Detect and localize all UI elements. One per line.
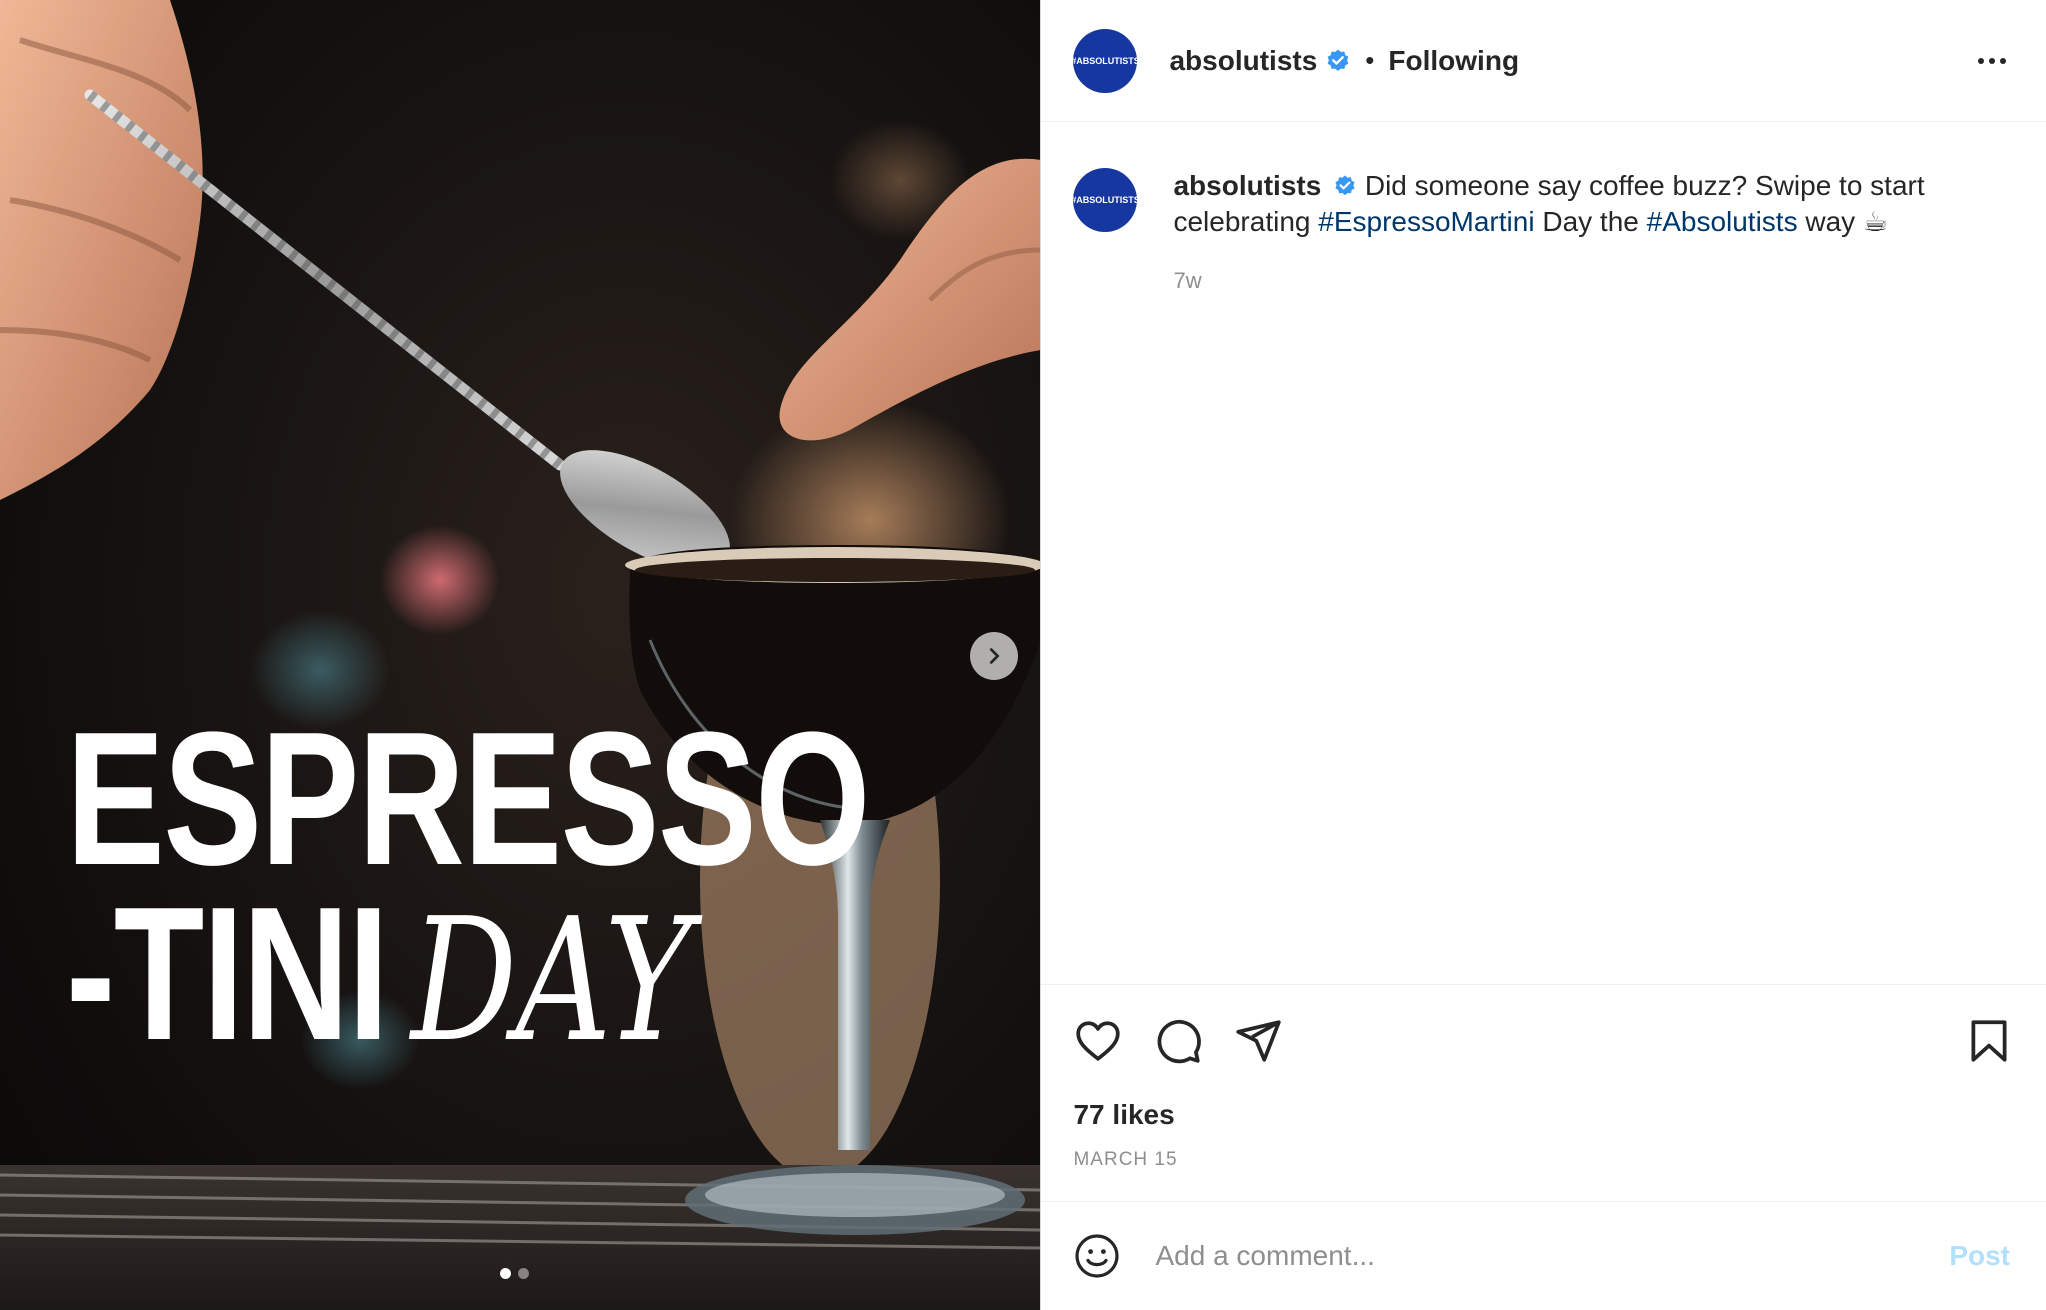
caption-row: #ABSOLUTISTS absolutists Did someone say… bbox=[1071, 168, 2014, 240]
comment-bar: Post bbox=[1041, 1202, 2046, 1310]
carousel-dot-2 bbox=[518, 1268, 529, 1279]
cocktail-photo bbox=[0, 0, 1041, 1310]
header-username[interactable]: absolutists bbox=[1169, 45, 1317, 77]
caption-body-3: way ☕ bbox=[1797, 206, 1889, 237]
caption-body-2: Day the bbox=[1534, 206, 1647, 237]
bookmark-icon[interactable] bbox=[1964, 1016, 2014, 1066]
action-bar bbox=[1041, 985, 2046, 1097]
overlay-line2-text: -TINI bbox=[66, 867, 389, 1080]
overlay-line2: -TINI DAY bbox=[66, 879, 869, 1069]
post-comment-button[interactable]: Post bbox=[1949, 1240, 2010, 1272]
post-media[interactable]: ESPRESSO -TINI DAY bbox=[0, 0, 1041, 1310]
carousel-dot-1 bbox=[500, 1268, 511, 1279]
emoji-icon[interactable] bbox=[1073, 1232, 1121, 1280]
likes-count[interactable]: 77 likes bbox=[1041, 1099, 2046, 1131]
avatar[interactable]: #ABSOLUTISTS bbox=[1071, 28, 1140, 93]
carousel-dots bbox=[500, 1268, 529, 1279]
more-dot-icon bbox=[2000, 57, 2006, 64]
header-separator: • bbox=[1365, 45, 1375, 75]
following-button[interactable]: Following bbox=[1388, 45, 1519, 77]
hashtag-link[interactable]: #Absolutists bbox=[1647, 206, 1798, 237]
instagram-post: ESPRESSO -TINI DAY #ABSOLUTISTS absolutis… bbox=[0, 0, 2046, 1310]
caption-time-ago[interactable]: 7w bbox=[1173, 268, 2014, 294]
more-dot-icon bbox=[1989, 57, 1995, 64]
comments-area: #ABSOLUTISTS absolutists Did someone say… bbox=[1041, 122, 2046, 985]
comment-input[interactable] bbox=[1153, 1239, 1950, 1273]
caption-username[interactable]: absolutists bbox=[1173, 170, 1321, 201]
next-slide-button[interactable] bbox=[970, 632, 1018, 680]
caption-avatar[interactable]: #ABSOLUTISTS bbox=[1071, 168, 1140, 232]
caption-text: absolutists Did someone say coffee buzz?… bbox=[1173, 168, 2014, 240]
verified-badge-icon bbox=[1327, 49, 1349, 71]
hashtag-link[interactable]: #EspressoMartini bbox=[1318, 206, 1534, 237]
heart-icon[interactable] bbox=[1073, 1016, 1123, 1066]
chevron-right-icon bbox=[989, 648, 1000, 664]
verified-badge-icon bbox=[1335, 175, 1355, 196]
overlay-line1: ESPRESSO bbox=[66, 693, 870, 905]
post-header: #ABSOLUTISTS absolutists • Following bbox=[1041, 0, 2046, 122]
overlay-title: ESPRESSO -TINI DAY bbox=[66, 693, 870, 1069]
more-options-button[interactable] bbox=[1978, 57, 2006, 64]
comment-icon[interactable] bbox=[1153, 1016, 1203, 1066]
more-dot-icon bbox=[1978, 57, 1984, 64]
post-date[interactable]: MARCH 15 bbox=[1041, 1149, 2046, 1202]
overlay-script-text: DAY bbox=[410, 881, 692, 1080]
post-side-panel: #ABSOLUTISTS absolutists • Following #AB… bbox=[1040, 0, 2046, 1310]
share-icon[interactable] bbox=[1233, 1016, 1283, 1066]
